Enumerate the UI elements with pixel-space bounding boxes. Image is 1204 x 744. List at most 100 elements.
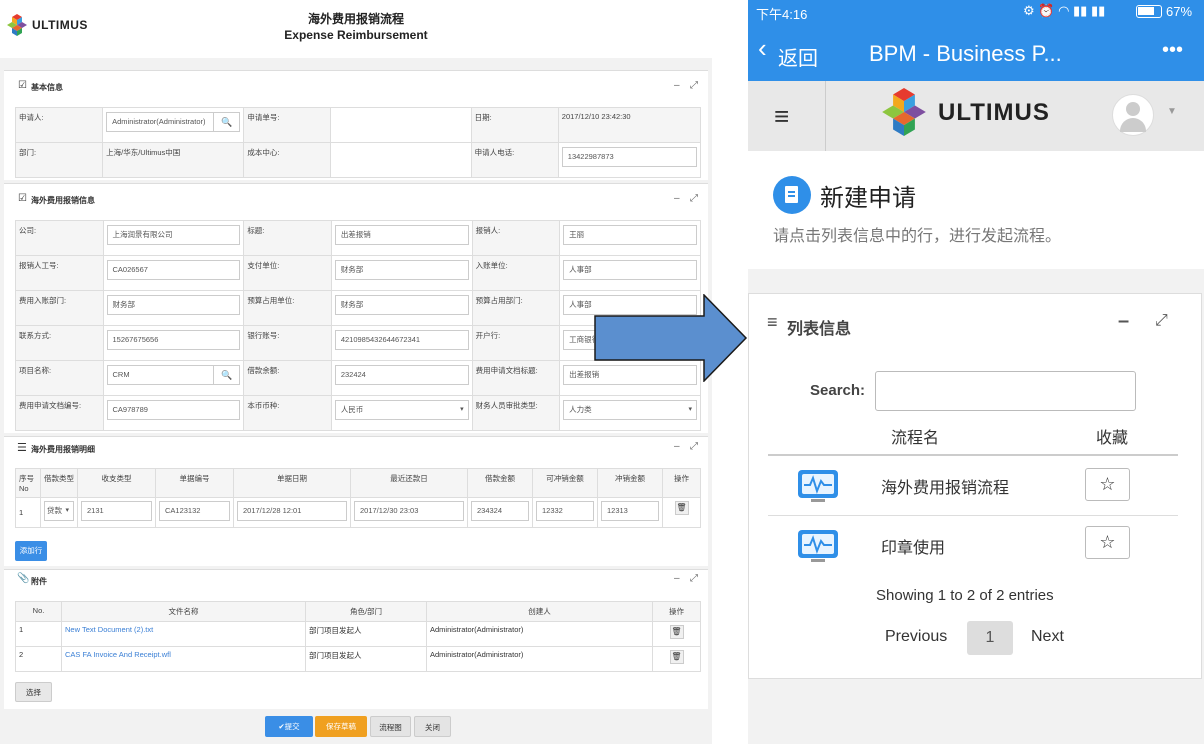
col-role: 角色/部门	[305, 601, 427, 622]
add-row-button[interactable]: 添加行	[15, 541, 47, 561]
field-input[interactable]: 财务部	[334, 295, 469, 315]
field-input[interactable]: 出差报销	[334, 225, 469, 245]
delete-icon[interactable]: 🗑	[669, 650, 684, 664]
back-button[interactable]: 返回	[778, 42, 818, 71]
list-item[interactable]: 印章使用 ☆	[768, 516, 1178, 576]
close-button[interactable]: 关闭	[414, 716, 451, 737]
expand-icon[interactable]: ⤢	[690, 441, 698, 452]
minimize-icon[interactable]: –	[1118, 310, 1129, 333]
status-time: 下午4:16	[756, 7, 808, 22]
field-input[interactable]: 人民币 ▾	[334, 400, 469, 420]
date-label: 日期:	[470, 107, 559, 143]
flow-chart-button[interactable]: 流程图	[370, 716, 411, 737]
detail-col-header: 借款金额	[467, 468, 533, 498]
field-input[interactable]: 232424	[334, 365, 469, 385]
basic-info-title: 基本信息	[31, 83, 63, 92]
pay-type-input[interactable]: 2131	[81, 501, 152, 521]
process-name[interactable]: 海外费用报销流程	[881, 474, 1009, 498]
col-creator: 创建人	[426, 601, 653, 622]
table-row: 1 New Text Document (2).txt 部门项目发起人 Admi…	[15, 621, 701, 647]
chevron-down-icon[interactable]: ▼	[1167, 106, 1177, 117]
previous-button[interactable]: Previous	[885, 628, 947, 646]
overseas-info-title: 海外费用报销信息	[31, 196, 95, 205]
delete-icon[interactable]: 🗑	[669, 625, 684, 639]
loan-amount-input[interactable]: 234324	[471, 501, 529, 521]
basic-info-table: 申请人: Administrator(Administrator) 🔍 申请单号:…	[14, 107, 702, 178]
applicant-input[interactable]: Administrator(Administrator) 🔍	[106, 112, 241, 132]
list-item[interactable]: 海外费用报销流程 ☆	[768, 456, 1178, 516]
field-input[interactable]: 财务部	[106, 295, 241, 315]
status-icons: ⚙ ⏰ ◠ ▮▮ ▮▮	[1023, 3, 1106, 18]
phone-input[interactable]: 13422987873	[561, 147, 697, 167]
minimize-icon[interactable]: –	[674, 80, 680, 91]
monitor-process-icon	[798, 470, 838, 502]
minimize-icon[interactable]: –	[674, 441, 680, 452]
chevron-down-icon[interactable]: ▾	[688, 401, 692, 419]
detail-col-header: 收支类型	[77, 468, 156, 498]
star-icon: ☆	[1099, 532, 1116, 552]
more-icon[interactable]: •••	[1162, 39, 1183, 62]
back-chevron-icon[interactable]: ‹	[758, 35, 767, 61]
minimize-icon[interactable]: –	[674, 573, 680, 584]
page-1-button[interactable]: 1	[967, 621, 1013, 655]
favorite-button[interactable]: ☆	[1085, 526, 1130, 559]
expand-icon[interactable]: ⤢	[1155, 312, 1168, 330]
offset-available-input[interactable]: 12332	[536, 501, 594, 521]
next-button[interactable]: Next	[1031, 628, 1064, 646]
field-input[interactable]: 财务部	[334, 260, 469, 280]
applicant-label: 申请人:	[14, 107, 104, 143]
field-label: 借款余额:	[243, 360, 332, 396]
cell-creator: Administrator(Administrator)	[426, 621, 653, 647]
minimize-icon[interactable]: –	[674, 193, 680, 204]
field-input[interactable]: 15267675656	[106, 330, 241, 350]
app-no-value	[330, 107, 472, 143]
list-card: ≡ 列表信息 – ⤢ Search: 流程名 收藏 海外费用报销流程 ☆ 印章使…	[748, 293, 1202, 679]
search-input[interactable]	[875, 371, 1136, 411]
submit-button[interactable]: ✔提交	[265, 716, 313, 737]
field-input[interactable]: 人力类 ▾	[563, 400, 697, 420]
app-header: ≡ ULTIMUS ▼	[748, 81, 1204, 151]
hamburger-icon[interactable]: ≡	[774, 101, 789, 132]
app-no-label: 申请单号:	[243, 107, 332, 143]
detail-title: 海外费用报销明细	[31, 445, 95, 454]
field-input[interactable]: 上海润景有限公司	[106, 225, 241, 245]
list-icon: ☰	[17, 442, 27, 454]
checkbox-icon: ☑	[18, 193, 27, 204]
attachment-header-row: No. 文件名称 角色/部门 创建人 操作	[15, 601, 701, 622]
file-link[interactable]: CAS FA Invoice And Receipt.wfl	[61, 646, 306, 672]
cell-role: 部门项目发起人	[305, 621, 427, 647]
cell-role: 部门项目发起人	[305, 646, 427, 672]
process-name[interactable]: 印章使用	[881, 534, 945, 558]
field-input[interactable]: 人事部	[563, 260, 697, 280]
field-input[interactable]: CRM 🔍	[106, 365, 241, 385]
due-date-input[interactable]: 2017/12/30 23:03	[354, 501, 464, 521]
favorite-button[interactable]: ☆	[1085, 468, 1130, 501]
file-link[interactable]: New Text Document (2).txt	[61, 621, 306, 647]
loan-type-select[interactable]: 贷款 ▾	[44, 501, 74, 521]
col-file: 文件名称	[61, 601, 306, 622]
attachment-title: 附件	[31, 577, 47, 586]
search-icon[interactable]: 🔍	[213, 113, 239, 131]
menu-toggle[interactable]: ≡	[748, 81, 826, 151]
avatar[interactable]	[1112, 94, 1154, 136]
doc-date-input[interactable]: 2017/12/28 12:01	[237, 501, 347, 521]
field-input[interactable]: 王丽	[563, 225, 697, 245]
detail-header-row: 序号No 借款类型 收支类型 单据编号 单据日期 最近还款日 借款金额 可冲销金额 冲销金额 操作	[15, 468, 701, 498]
chevron-down-icon[interactable]: ▾	[460, 401, 464, 419]
search-icon[interactable]: 🔍	[213, 366, 239, 384]
entries-info: Showing 1 to 2 of 2 entries	[876, 587, 1054, 604]
field-input[interactable]: 4210985432644672341	[334, 330, 469, 350]
expand-icon[interactable]: ⤢	[690, 80, 698, 91]
select-file-button[interactable]: 选择	[15, 682, 52, 702]
doc-no-input[interactable]: CA123132	[159, 501, 230, 521]
save-draft-button[interactable]: 保存草稿	[315, 716, 367, 737]
offset-amount-input[interactable]: 12313	[601, 501, 659, 521]
field-label: 联系方式:	[15, 325, 104, 361]
delete-icon[interactable]: 🗑	[674, 501, 689, 515]
expand-icon[interactable]: ⤢	[690, 193, 698, 204]
list-title: 列表信息	[787, 321, 852, 338]
field-input[interactable]: CA026567	[106, 260, 241, 280]
expand-icon[interactable]: ⤢	[690, 573, 698, 584]
page-title-cn: 海外费用报销流程	[307, 12, 404, 26]
field-input[interactable]: CA978789	[106, 400, 241, 420]
